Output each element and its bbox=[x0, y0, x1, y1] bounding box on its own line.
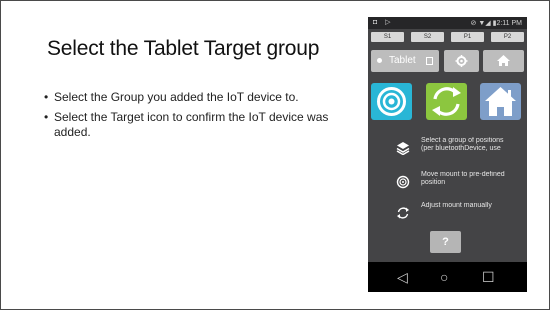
tablet-icon bbox=[426, 57, 433, 65]
sync-button[interactable] bbox=[426, 83, 467, 120]
sync-icon bbox=[397, 207, 409, 219]
bullet-item: Select the Target icon to confirm the Io… bbox=[44, 110, 344, 140]
legend-row-target: Move mount to pre-defined position bbox=[392, 171, 512, 197]
position-button-p2[interactable]: P2 bbox=[491, 32, 524, 42]
position-button-s1[interactable]: S1 bbox=[371, 32, 404, 42]
bullet-list: Select the Group you added the IoT devic… bbox=[44, 90, 344, 145]
legend-text-groups: Select a group of positions (per bluetoo… bbox=[421, 137, 504, 152]
status-left-icons: ◘ ▷ bbox=[373, 19, 394, 26]
home-position-button[interactable] bbox=[480, 83, 521, 120]
top-buttons: Tablet bbox=[368, 50, 527, 72]
home-button[interactable] bbox=[483, 50, 524, 72]
legend-row-groups: Select a group of positions (per bluetoo… bbox=[392, 137, 512, 163]
tablet-group-button[interactable]: Tablet bbox=[371, 50, 439, 72]
settings-button[interactable] bbox=[444, 50, 479, 72]
phone-screenshot: ◘ ▷ ⊘ ▼◢ ▮2:11 PM S1 S2 P1 P2 Tablet Sel… bbox=[368, 17, 527, 292]
legend-text-target: Move mount to pre-defined position bbox=[421, 171, 505, 186]
sync-icon bbox=[432, 87, 461, 116]
status-right-icons: ⊘ ▼◢ ▮2:11 PM bbox=[470, 20, 522, 27]
position-bar: S1 S2 P1 P2 bbox=[368, 29, 527, 44]
target-icon bbox=[377, 87, 406, 116]
home-icon bbox=[485, 87, 516, 116]
target-icon bbox=[396, 175, 410, 189]
tablet-label: Tablet bbox=[389, 55, 416, 66]
radio-dot-icon bbox=[377, 58, 382, 63]
gear-icon bbox=[455, 55, 468, 67]
bullet-item: Select the Group you added the IoT devic… bbox=[44, 90, 344, 105]
target-button[interactable] bbox=[371, 83, 412, 120]
status-bar: ◘ ▷ ⊘ ▼◢ ▮2:11 PM bbox=[368, 17, 527, 29]
nav-bar: ◁ ○ ☐ bbox=[368, 262, 527, 292]
recents-icon[interactable]: ☐ bbox=[482, 269, 495, 285]
help-button[interactable]: ? bbox=[430, 231, 461, 253]
home-icon bbox=[497, 55, 510, 66]
position-button-s2[interactable]: S2 bbox=[411, 32, 444, 42]
home-nav-icon[interactable]: ○ bbox=[440, 269, 448, 285]
legend-row-adjust: Adjust mount manually bbox=[392, 202, 512, 228]
legend-text-adjust: Adjust mount manually bbox=[421, 202, 492, 209]
slide-title: Select the Tablet Target group bbox=[47, 37, 320, 60]
position-button-p1[interactable]: P1 bbox=[451, 32, 484, 42]
slide: Select the Tablet Target group Select th… bbox=[0, 0, 550, 310]
back-icon[interactable]: ◁ bbox=[397, 269, 408, 285]
layers-icon bbox=[396, 142, 410, 155]
